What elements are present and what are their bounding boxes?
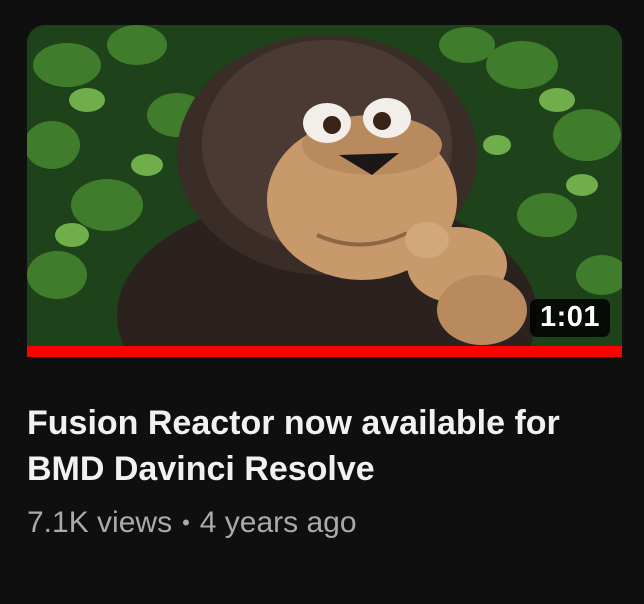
video-duration-badge: 1:01 [529, 299, 610, 337]
view-count: 7.1K views [27, 506, 173, 539]
video-metadata: 7.1K views • 4 years ago [27, 506, 622, 540]
thumbnail-image [27, 25, 622, 346]
separator-dot: • [182, 510, 190, 535]
upload-age: 4 years ago [199, 506, 357, 539]
watch-progress-bar [27, 346, 622, 357]
video-thumbnail[interactable]: 1:01 [27, 25, 622, 346]
video-title[interactable]: Fusion Reactor now available for BMD Dav… [27, 400, 587, 492]
video-card[interactable]: 1:01 Fusion Reactor now available for BM… [27, 25, 622, 540]
watch-progress-fill [27, 346, 622, 357]
